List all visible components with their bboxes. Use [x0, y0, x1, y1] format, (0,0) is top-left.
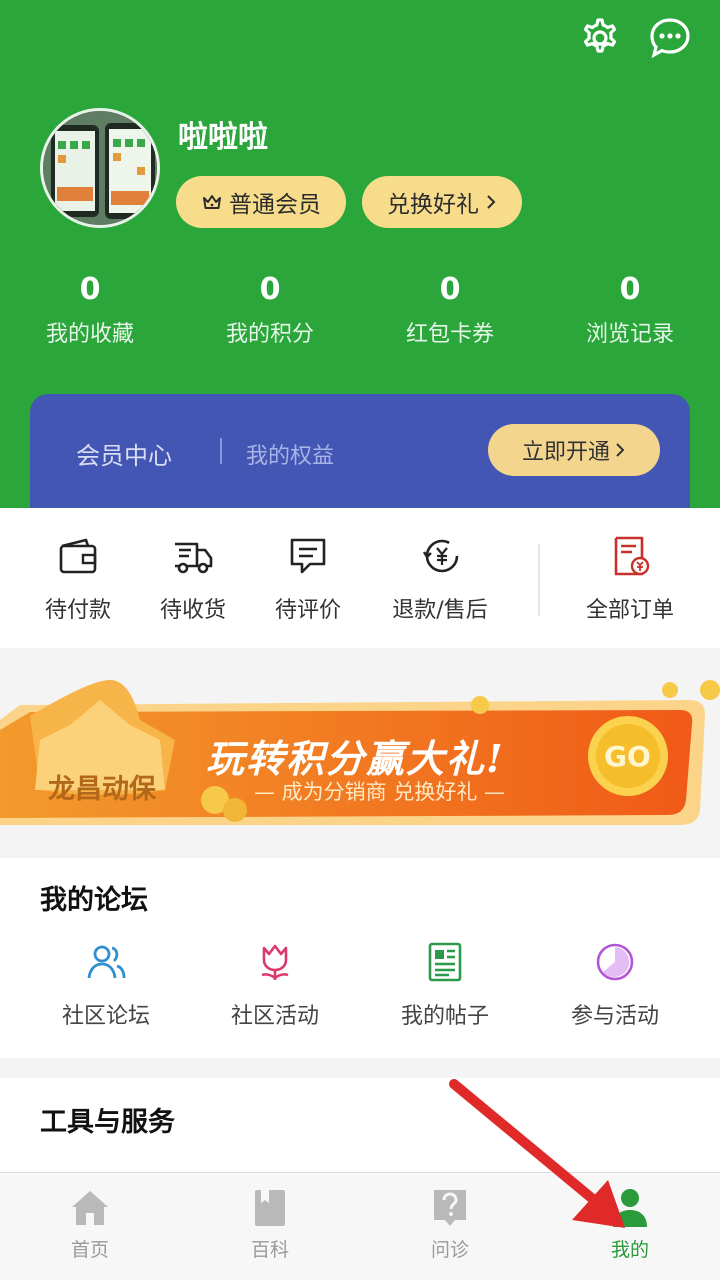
- question-icon: [434, 1190, 466, 1226]
- order-label: 待付款: [44, 598, 111, 623]
- stat-favorites[interactable]: 0 我的收藏: [0, 270, 180, 348]
- chevron-right-icon: [616, 443, 625, 457]
- tab-mine[interactable]: 我的: [570, 1187, 690, 1262]
- banner-go-button: GO: [604, 740, 651, 773]
- receipt-icon: [614, 536, 650, 576]
- order-pending-delivery[interactable]: 待收货: [133, 534, 253, 624]
- order-pending-payment[interactable]: 待付款: [18, 534, 138, 624]
- promo-banner[interactable]: 龙昌动保 玩转积分赢大礼! — 成为分销商 兑换好礼 — GO: [0, 660, 720, 850]
- vip-divider: [220, 438, 222, 464]
- banner-headline: 玩转积分赢大礼!: [206, 736, 505, 781]
- stats-row: 0 我的收藏 0 我的积分 0 红包卡券 0 浏览记录: [0, 270, 720, 348]
- chevron-right-icon: [487, 195, 496, 209]
- activate-vip-button[interactable]: 立即开通: [488, 424, 660, 476]
- order-all[interactable]: 全部订单: [570, 534, 690, 624]
- home-icon: [72, 1191, 108, 1225]
- forum-item-label: 社区活动: [230, 1004, 319, 1029]
- banner-subline: — 成为分销商 兑换好礼 —: [254, 780, 506, 804]
- stat-label: 我的积分: [225, 322, 314, 347]
- comment-icon: [290, 538, 326, 574]
- vip-subtitle: 我的权益: [246, 444, 335, 469]
- order-divider: [538, 544, 540, 616]
- stat-value: 0: [259, 272, 281, 307]
- redeem-gift-button[interactable]: 兑换好礼: [362, 176, 522, 228]
- pie-icon: [596, 943, 634, 981]
- order-label: 待收货: [159, 598, 226, 623]
- stat-value: 0: [79, 272, 101, 307]
- gear-icon[interactable]: [578, 16, 622, 60]
- vip-title: 会员中心: [76, 442, 172, 470]
- order-shortcuts: 待付款 待收货 待评价 退款/售后 全部订单: [0, 508, 720, 648]
- avatar-image: [43, 111, 157, 225]
- order-label: 全部订单: [585, 598, 674, 623]
- stat-label: 我的收藏: [45, 322, 134, 347]
- tab-label: 首页: [70, 1239, 109, 1261]
- tools-section-title: 工具与服务: [40, 1107, 175, 1138]
- newspaper-icon: [428, 942, 462, 982]
- forum-section-title: 我的论坛: [40, 885, 148, 916]
- tab-encyclopedia[interactable]: 百科: [210, 1187, 330, 1262]
- forum-item-label: 我的帖子: [400, 1004, 489, 1029]
- people-icon: [87, 945, 126, 979]
- order-label: 待评价: [274, 598, 341, 623]
- forum-joined-activities[interactable]: 参与活动: [545, 940, 685, 1030]
- profile-header: 啦啦啦 普通会员 兑换好礼 0 我的收藏 0 我的积分 0 红包卡券 0 浏览记…: [0, 0, 720, 508]
- stat-label: 浏览记录: [585, 322, 674, 347]
- forum-item-label: 参与活动: [570, 1004, 659, 1029]
- forum-community-activity[interactable]: 社区活动: [205, 940, 345, 1030]
- tulip-icon: [261, 944, 289, 980]
- tab-home[interactable]: 首页: [30, 1187, 150, 1262]
- crown-icon: [203, 195, 221, 209]
- truck-icon: [175, 542, 213, 574]
- chat-icon[interactable]: [648, 16, 692, 60]
- forum-item-label: 社区论坛: [61, 1004, 150, 1029]
- forum-my-posts[interactable]: 我的帖子: [375, 940, 515, 1030]
- stat-points[interactable]: 0 我的积分: [180, 270, 360, 348]
- activate-vip-label: 立即开通: [521, 440, 610, 465]
- username: 啦啦啦: [178, 120, 268, 155]
- tab-label: 问诊: [430, 1239, 469, 1261]
- bottom-tab-bar: 首页 百科 问诊 我的: [0, 1172, 720, 1280]
- tab-label: 我的: [610, 1239, 649, 1261]
- avatar[interactable]: [40, 108, 160, 228]
- wallet-icon: [59, 538, 97, 574]
- forum-section: 我的论坛 社区论坛 社区活动 我的帖子 参与活动: [0, 858, 720, 1058]
- tab-consult[interactable]: 问诊: [390, 1187, 510, 1262]
- refund-icon: [422, 539, 459, 573]
- order-label: 退款/售后: [392, 598, 488, 623]
- stat-history[interactable]: 0 浏览记录: [540, 270, 720, 348]
- redeem-gift-label: 兑换好礼: [387, 192, 479, 218]
- banner-brand: 龙昌动保: [48, 774, 156, 805]
- stat-value: 0: [439, 272, 461, 307]
- order-pending-review[interactable]: 待评价: [248, 534, 368, 624]
- vip-center-card[interactable]: 会员中心 我的权益 立即开通: [30, 394, 690, 508]
- order-refund[interactable]: 退款/售后: [380, 534, 500, 624]
- member-level-button[interactable]: 普通会员: [176, 176, 346, 228]
- stat-coupons[interactable]: 0 红包卡券: [360, 270, 540, 348]
- tab-label: 百科: [250, 1239, 289, 1261]
- stat-label: 红包卡券: [405, 322, 494, 347]
- member-level-label: 普通会员: [229, 192, 321, 218]
- book-icon: [255, 1190, 285, 1226]
- forum-community[interactable]: 社区论坛: [36, 940, 176, 1030]
- person-icon: [613, 1189, 647, 1227]
- stat-value: 0: [619, 272, 641, 307]
